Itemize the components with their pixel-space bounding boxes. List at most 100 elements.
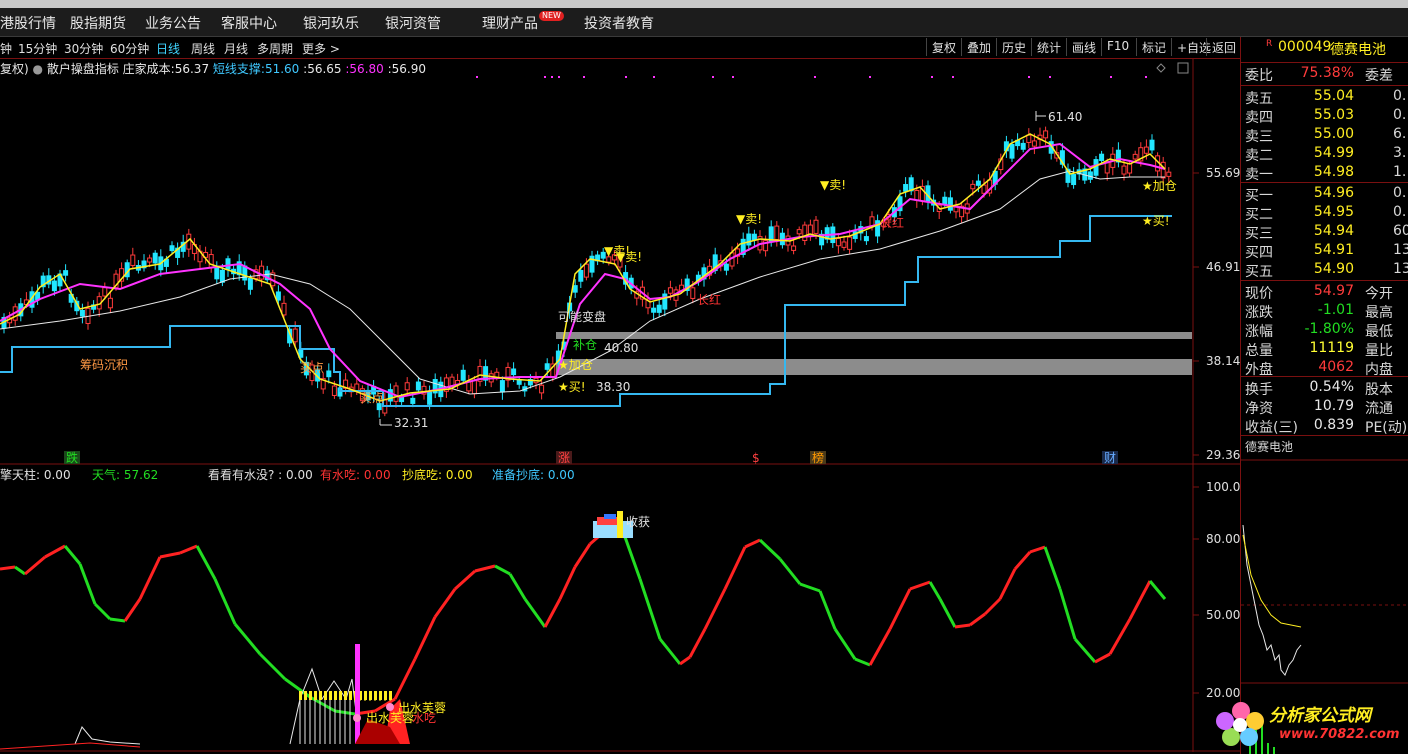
btn-f10[interactable]: F10 bbox=[1101, 38, 1134, 56]
bid-row-3-value: 54.94 bbox=[1313, 223, 1354, 239]
candle-body bbox=[147, 257, 153, 263]
ask-row-1-extra: 1. bbox=[1393, 164, 1407, 180]
ask-row-5-value: 55.04 bbox=[1313, 88, 1354, 104]
ask-row-5-label: 卖五 bbox=[1245, 91, 1273, 107]
menu-index-futures[interactable]: 股指期货 bbox=[70, 13, 126, 33]
order-ratio-row: 委比 75.38% 委差 bbox=[1245, 65, 1393, 84]
btn-adjust[interactable]: 复权 bbox=[926, 38, 961, 56]
menu-announcements[interactable]: 业务公告 bbox=[145, 13, 201, 33]
period-60min[interactable]: 60分钟 bbox=[110, 40, 149, 57]
bid-row-1-extra: 0. bbox=[1393, 185, 1407, 201]
quote-row-4-value: 4062 bbox=[1318, 359, 1354, 375]
quote-row-2: 涨幅 -1.80% 最低 bbox=[1241, 321, 1408, 340]
scroll-box[interactable] bbox=[1177, 62, 1189, 74]
menu-customer-service[interactable]: 客服中心 bbox=[221, 13, 277, 33]
period-daily[interactable]: 日线 bbox=[156, 40, 180, 57]
candle-body bbox=[1009, 144, 1015, 159]
event-marker-2: $ bbox=[752, 451, 760, 465]
oscillator-segment bbox=[868, 628, 892, 666]
oscillator-segment bbox=[159, 551, 181, 559]
bottom-bar-cap bbox=[334, 691, 337, 700]
btn-mark[interactable]: 标记 bbox=[1136, 38, 1171, 56]
candle-body bbox=[796, 229, 802, 235]
fund-row-0-extra: 股本 bbox=[1365, 382, 1393, 398]
weather-oscillator bbox=[0, 529, 1167, 716]
period-multi[interactable]: 多周期 bbox=[257, 40, 293, 57]
bid-row-3-label: 买三 bbox=[1245, 226, 1273, 242]
oscillator-segment bbox=[44, 544, 66, 559]
ask-row-4-label: 卖四 bbox=[1245, 110, 1273, 126]
candle-body bbox=[723, 263, 729, 271]
eat-text: 水吃 bbox=[412, 711, 436, 725]
period-min[interactable]: 钟 bbox=[0, 40, 12, 57]
menu-wealth-products[interactable]: 理财产品 bbox=[482, 13, 538, 33]
main-chart-area[interactable]: 复权) ● 散户操盘指标 庄家成本:56.37 短线支撑:51.60 :56.6… bbox=[0, 59, 1240, 752]
candle-body bbox=[1104, 162, 1110, 174]
btn-back[interactable]: 返回 bbox=[1206, 38, 1241, 56]
watermark-logo-icon bbox=[1216, 702, 1264, 746]
buy-signal-1: ★买! bbox=[558, 380, 586, 394]
fund-row-2-extra: PE(动) bbox=[1365, 420, 1408, 436]
watermark-brand: 分析家公式网 bbox=[1269, 706, 1371, 726]
bottom-bar-cap bbox=[314, 691, 317, 700]
candle-body bbox=[471, 379, 477, 395]
menu-galaxy-fun[interactable]: 银河玖乐 bbox=[303, 13, 359, 33]
oscillator-segment bbox=[179, 544, 198, 555]
ask-row-4-extra: 0. bbox=[1393, 107, 1407, 123]
oscillator-segment bbox=[413, 616, 437, 660]
candle-body bbox=[1043, 130, 1049, 139]
period-30min[interactable]: 30分钟 bbox=[64, 40, 103, 57]
btn-overlay[interactable]: 叠加 bbox=[961, 38, 996, 56]
chart-canvas[interactable]: 61.40 32.31 40.80 38.30 可能变盘 筹码沉积 买点 买点 … bbox=[0, 59, 1240, 752]
quote-row-3-extra: 量比 bbox=[1365, 343, 1393, 359]
oscillator-segment bbox=[688, 628, 707, 658]
candle-body bbox=[499, 380, 505, 393]
menu-galaxy-asset-mgmt[interactable]: 银河资管 bbox=[385, 13, 441, 33]
bottom-bar-cap bbox=[309, 691, 312, 700]
svg-text:55.69: 55.69 bbox=[1206, 166, 1240, 180]
btn-history[interactable]: 历史 bbox=[996, 38, 1031, 56]
zone-upper-label: 40.80 bbox=[604, 341, 638, 355]
oscillator-segment bbox=[658, 638, 682, 665]
oscillator-segment bbox=[433, 588, 457, 618]
oscillator-segment bbox=[508, 573, 527, 600]
event-marker-1: 涨 bbox=[558, 450, 570, 465]
fund-row-1-label: 净资 bbox=[1245, 401, 1273, 417]
quote-row-1-extra: 最高 bbox=[1365, 305, 1393, 321]
bottom-bar-cap bbox=[369, 691, 372, 700]
candle-body bbox=[539, 384, 545, 394]
oscillator-segment bbox=[638, 578, 662, 640]
period-more[interactable]: 更多 > bbox=[302, 40, 340, 57]
btn-draw-line[interactable]: 画线 bbox=[1066, 38, 1101, 56]
oscillator-segment bbox=[744, 538, 761, 549]
candle-body bbox=[281, 302, 287, 316]
event-marker-4: 财 bbox=[1104, 451, 1116, 465]
candle-body bbox=[1020, 142, 1026, 150]
oscillator-segment bbox=[723, 546, 747, 590]
candle-body bbox=[169, 245, 175, 252]
period-15min[interactable]: 15分钟 bbox=[18, 40, 57, 57]
menu-investor-education[interactable]: 投资者教育 bbox=[584, 13, 654, 33]
candle-body bbox=[656, 304, 662, 313]
sell-signal-4: ▼卖! bbox=[820, 178, 846, 192]
period-monthly[interactable]: 月线 bbox=[224, 40, 248, 57]
period-weekly[interactable]: 周线 bbox=[191, 40, 215, 57]
bid-row-5-extra: 13. bbox=[1393, 261, 1408, 277]
zone-lower-label: 38.30 bbox=[596, 380, 630, 394]
bottom-bar-cap bbox=[374, 691, 377, 700]
candle-body bbox=[1149, 139, 1155, 151]
candle-body bbox=[970, 183, 976, 190]
quote-row-1-value: -1.01 bbox=[1317, 302, 1354, 318]
sub-axis-labels: 100.00 80.00 50.00 20.00 bbox=[1193, 480, 1240, 700]
candle-body bbox=[667, 287, 673, 294]
candle-body bbox=[583, 263, 589, 278]
candle-body bbox=[1031, 140, 1037, 147]
watermark: 分析家公式网 www.70822.com bbox=[1211, 695, 1408, 751]
btn-statistics[interactable]: 统计 bbox=[1031, 38, 1066, 56]
menu-hk-market[interactable]: 港股行情 bbox=[0, 13, 56, 33]
top-menu-bar: 港股行情 股指期货 业务公告 客服中心 银河玖乐 银河资管 理财产品 NEW 投… bbox=[0, 8, 1408, 37]
candle-body bbox=[1121, 165, 1127, 175]
oscillator-segment bbox=[474, 564, 496, 573]
svg-text:抄底吃: 0.00: 抄底吃: 0.00 bbox=[402, 467, 473, 482]
bid-row-1-value: 54.96 bbox=[1313, 185, 1354, 201]
